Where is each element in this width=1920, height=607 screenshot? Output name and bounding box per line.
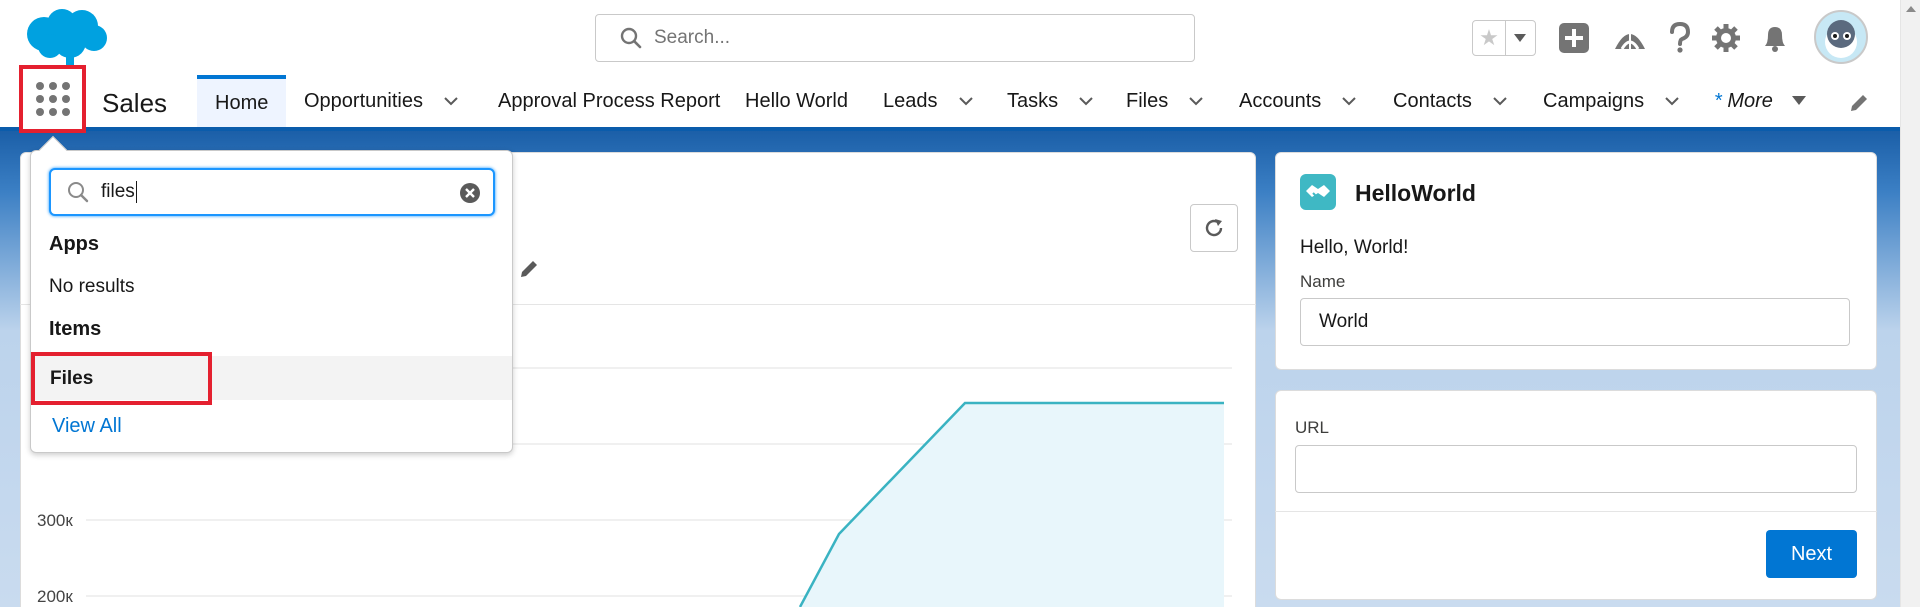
tab-contacts[interactable]: Contacts (1393, 75, 1508, 127)
trailhead-icon (1615, 31, 1645, 50)
salesforce-cloud-logo (27, 9, 107, 70)
view-all-link[interactable]: View All (52, 415, 122, 438)
more-label: More (1727, 89, 1773, 112)
setup-button[interactable] (1708, 20, 1744, 56)
trailhead-button[interactable] (1612, 20, 1648, 56)
launcher-search-value: files (101, 181, 135, 202)
scroll-up-arrow[interactable] (1906, 6, 1916, 12)
url-input[interactable] (1295, 445, 1857, 493)
tab-campaigns[interactable]: Campaigns (1543, 75, 1680, 127)
bell-icon (1765, 27, 1785, 52)
astro-avatar-icon (1825, 20, 1857, 58)
tab-label: Files (1126, 89, 1169, 112)
caret-down-icon (1791, 96, 1806, 105)
chevron-down-icon[interactable] (1188, 93, 1204, 109)
chevron-down-icon[interactable] (1078, 93, 1094, 109)
tab-label: Campaigns (1543, 89, 1645, 112)
tab-approval-process-report[interactable]: Approval Process Report (498, 75, 720, 127)
tab-accounts[interactable]: Accounts (1239, 75, 1357, 127)
refresh-button[interactable] (1190, 204, 1238, 252)
page-scrollbar[interactable] (1900, 0, 1920, 607)
tab-label: Hello World (745, 89, 848, 112)
launcher-item-files[interactable]: Files (31, 352, 212, 405)
apps-heading: Apps (49, 233, 99, 255)
tab-label: Accounts (1239, 89, 1322, 112)
handshake-icon (1306, 185, 1330, 198)
url-field-label: URL (1295, 418, 1330, 437)
favorites-list-button[interactable] (1506, 21, 1535, 55)
chevron-down-icon[interactable] (443, 93, 459, 109)
y-tick-label: 200к (37, 587, 73, 606)
add-icon (1559, 23, 1589, 53)
help-button[interactable] (1662, 20, 1698, 56)
chevron-down-icon[interactable] (958, 93, 974, 109)
app-name: Sales (102, 88, 168, 118)
search-icon (620, 27, 642, 49)
no-results-text: No results (49, 276, 135, 297)
tab-hello-world[interactable]: Hello World (745, 75, 848, 127)
chevron-down-icon[interactable] (1341, 93, 1357, 109)
global-header: Search... ★ (0, 0, 1900, 75)
name-field-label: Name (1300, 272, 1346, 291)
hello-world-greeting: Hello, World! (1300, 237, 1409, 258)
tab-opportunities[interactable]: Opportunities (304, 75, 459, 127)
name-input-value: World (1319, 311, 1369, 332)
next-button[interactable]: Next (1766, 530, 1857, 578)
tab-home[interactable]: Home (197, 75, 287, 127)
items-heading: Items (49, 318, 102, 340)
name-input[interactable]: World (1300, 298, 1850, 346)
edit-nav-pencil-icon[interactable] (1848, 92, 1870, 114)
user-avatar[interactable] (1814, 10, 1868, 64)
hello-world-card-icon (1300, 174, 1336, 210)
url-card-divider (1275, 511, 1877, 512)
global-actions-button[interactable] (1556, 20, 1592, 56)
tab-label: Approval Process Report (498, 89, 721, 112)
tab-leads[interactable]: Leads (883, 75, 974, 127)
chevron-down-icon[interactable] (1492, 93, 1508, 109)
edit-pencil-icon[interactable] (518, 258, 540, 280)
tab-more[interactable]: * More (1714, 75, 1807, 127)
favorite-star-button[interactable]: ★ (1473, 21, 1506, 55)
tab-label: Leads (883, 89, 938, 112)
hello-world-title: HelloWorld (1355, 180, 1476, 206)
tab-label: Tasks (1007, 89, 1059, 112)
clear-icon[interactable] (459, 182, 481, 204)
search-icon (68, 182, 89, 203)
y-tick-label: 300к (37, 511, 73, 530)
search-placeholder: Search... (654, 27, 731, 48)
tab-tasks[interactable]: Tasks (1007, 75, 1094, 127)
tab-label: Contacts (1393, 89, 1472, 112)
app-launcher-button[interactable] (19, 65, 86, 133)
more-star: * (1714, 89, 1722, 112)
caret-down-icon (1514, 34, 1527, 42)
tab-label: Home (215, 91, 269, 114)
global-search[interactable]: Search... (595, 14, 1195, 62)
waffle-icon (35, 82, 70, 116)
tab-files[interactable]: Files (1126, 75, 1204, 127)
help-icon (1670, 22, 1691, 53)
tab-label: Opportunities (304, 89, 423, 112)
chevron-down-icon[interactable] (1664, 93, 1680, 109)
notifications-button[interactable] (1757, 20, 1793, 56)
launcher-search-input[interactable]: files (49, 168, 495, 216)
chart-area-fill (800, 403, 1224, 607)
text-cursor (135, 181, 137, 203)
favorites-group: ★ (1472, 20, 1536, 56)
refresh-icon (1205, 219, 1223, 237)
gear-icon (1712, 24, 1740, 52)
